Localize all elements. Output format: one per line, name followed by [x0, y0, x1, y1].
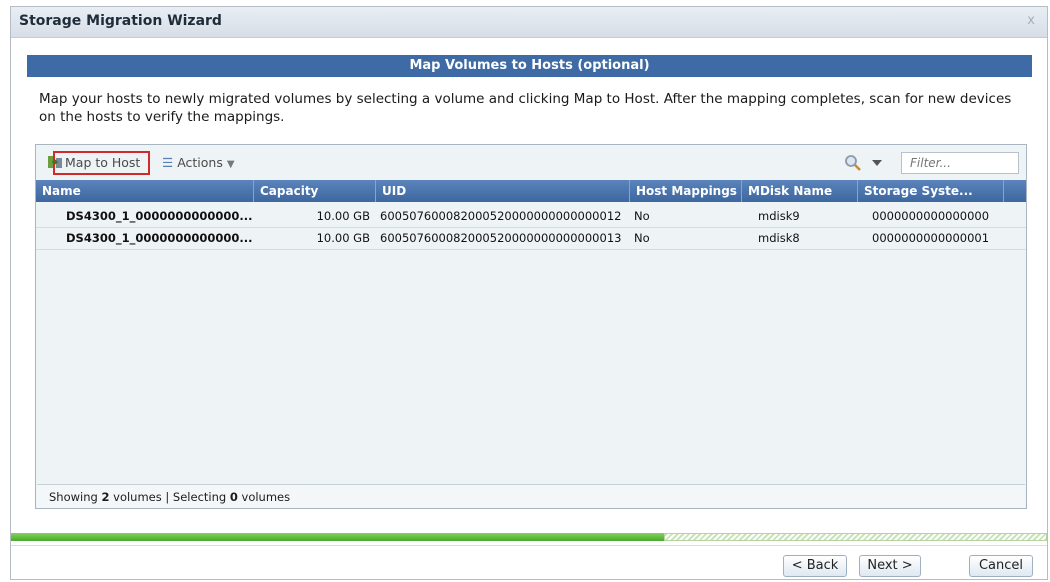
dialog-titlebar: Storage Migration Wizard x	[11, 7, 1047, 38]
magnifier-icon[interactable]	[844, 154, 862, 172]
status-prefix: Showing	[49, 490, 102, 504]
cancel-button[interactable]: Cancel	[969, 555, 1033, 577]
wizard-dialog: Storage Migration Wizard x Map Volumes t…	[10, 6, 1048, 580]
cell-mdisk-name: mdisk8	[758, 231, 800, 245]
filter-input[interactable]	[901, 152, 1019, 174]
volumes-panel: Map to Host ☰ Actions ▼ Name Capacity UI…	[35, 144, 1027, 509]
wizard-progress-bar	[11, 533, 1047, 541]
next-button[interactable]: Next >	[859, 555, 921, 577]
map-to-host-button[interactable]: Map to Host	[48, 151, 150, 175]
progress-remaining	[664, 533, 1047, 541]
map-to-host-icon	[48, 156, 62, 168]
cell-uid: 600507600082000520000000000000013	[380, 231, 622, 245]
step-title-banner: Map Volumes to Hosts (optional)	[27, 55, 1032, 77]
close-icon[interactable]: x	[1027, 13, 1035, 28]
cell-host-mappings: No	[634, 209, 650, 223]
status-middle: volumes | Selecting	[109, 490, 230, 504]
back-button[interactable]: < Back	[783, 555, 847, 577]
step-description: Map your hosts to newly migrated volumes…	[39, 91, 1012, 125]
column-header-capacity[interactable]: Capacity	[254, 180, 376, 202]
table-row[interactable]: DS4300_1_0000000000000... 10.00 GB 60050…	[36, 206, 1026, 228]
cell-host-mappings: No	[634, 231, 650, 245]
column-header-name[interactable]: Name	[36, 180, 254, 202]
status-suffix: volumes	[237, 490, 291, 504]
table-status-bar: Showing 2 volumes | Selecting 0 volumes	[37, 484, 1025, 508]
cell-capacity: 10.00 GB	[316, 209, 370, 223]
cell-storage-system: 0000000000000001	[872, 231, 990, 245]
table-toolbar: Map to Host ☰ Actions ▼	[36, 145, 1026, 176]
selecting-count: 0	[229, 490, 238, 504]
footer-divider	[11, 545, 1047, 546]
column-header-storage-system[interactable]: Storage Syste...	[858, 180, 1004, 202]
table-header: Name Capacity UID Host Mappings MDisk Na…	[36, 180, 1026, 202]
chevron-down-icon: ▼	[226, 159, 235, 170]
cell-storage-system: 0000000000000000	[872, 209, 990, 223]
search-options-dropdown-icon[interactable]	[872, 160, 882, 166]
cell-name: DS4300_1_0000000000000...	[66, 231, 253, 245]
column-header-host-mappings[interactable]: Host Mappings	[630, 180, 742, 202]
cell-capacity: 10.00 GB	[316, 231, 370, 245]
table-row[interactable]: DS4300_1_0000000000000... 10.00 GB 60050…	[36, 228, 1026, 250]
cell-uid: 600507600082000520000000000000012	[380, 209, 622, 223]
progress-fill	[11, 533, 664, 541]
column-header-uid[interactable]: UID	[376, 180, 630, 202]
cell-mdisk-name: mdisk9	[758, 209, 800, 223]
actions-menu-button[interactable]: ☰ Actions ▼	[162, 155, 235, 170]
dialog-title: Storage Migration Wizard	[19, 13, 222, 29]
column-header-mdisk-name[interactable]: MDisk Name	[742, 180, 858, 202]
list-icon: ☰	[162, 155, 174, 170]
map-to-host-label: Map to Host	[65, 155, 141, 170]
cell-name: DS4300_1_0000000000000...	[66, 209, 253, 223]
actions-label: Actions	[177, 155, 223, 170]
